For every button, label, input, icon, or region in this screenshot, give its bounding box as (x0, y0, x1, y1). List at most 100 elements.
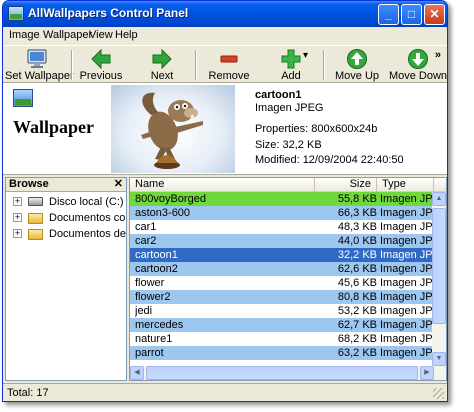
tree-item-disco-local[interactable]: + Disco local (C:) (6, 194, 126, 210)
toolbar-overflow-button[interactable]: » (435, 49, 441, 61)
scroll-right-button[interactable]: ▶ (420, 366, 434, 380)
row-type: Imagen JPEG (380, 277, 434, 289)
menu-image[interactable]: Image (9, 29, 40, 41)
row-type: Imagen JPEG (380, 193, 434, 205)
row-name: nature1 (135, 333, 173, 345)
vertical-scrollbar[interactable]: ▲ ▼ (432, 192, 446, 366)
vertical-scroll-thumb[interactable] (432, 208, 446, 324)
plus-icon (281, 49, 301, 69)
move-up-label: Move Up (334, 70, 380, 82)
preview-properties: Properties: 800x600x24b (255, 123, 378, 135)
arrow-up-icon (347, 49, 367, 69)
toolbar-separator (195, 50, 197, 80)
list-row[interactable]: jedi 53,2 KB Imagen JPEG (130, 304, 434, 318)
row-size: 32,2 KB (337, 249, 377, 261)
row-name: car1 (135, 221, 157, 233)
horizontal-scroll-thumb[interactable] (146, 366, 418, 380)
row-name: cartoon1 (135, 249, 178, 261)
list-row[interactable]: flower 45,6 KB Imagen JPEG (130, 276, 434, 290)
preview-size: Size: 32,2 KB (255, 139, 322, 151)
row-type: Imagen JPEG (380, 249, 434, 261)
preview-type: Imagen JPEG (255, 102, 324, 114)
tree-expander[interactable]: + (13, 197, 22, 206)
minimize-button[interactable]: _ (378, 4, 399, 25)
tree-item-label: Documentos compartidos (49, 212, 126, 224)
tree-item-label: Documentos de vmware (49, 228, 126, 240)
row-size: 80,8 KB (337, 291, 377, 303)
row-size: 45,6 KB (337, 277, 377, 289)
move-up-button[interactable]: Move Up (331, 46, 383, 84)
row-size: 44,0 KB (337, 235, 377, 247)
set-wallpaper-label: Set Wallpaper (5, 70, 74, 82)
row-size: 53,2 KB (337, 305, 377, 317)
wallpaper-list: Name Size Type 800voyBorged 55,8 KB Imag… (129, 177, 447, 381)
preview-heading: Wallpaper (13, 117, 95, 137)
row-type: Imagen JPEG (380, 291, 434, 303)
row-name: flower (135, 277, 165, 289)
row-size: 62,6 KB (337, 263, 377, 275)
add-dropdown-arrow[interactable]: ▾ (303, 50, 308, 61)
column-name-header[interactable]: Name (130, 178, 315, 192)
preview-name: cartoon1 (255, 89, 302, 101)
app-icon (8, 6, 24, 21)
tree-expander[interactable]: + (13, 213, 22, 222)
minus-icon (220, 55, 238, 63)
set-wallpaper-button[interactable]: Set Wallpaper (5, 46, 74, 84)
status-bar: Total: 17 (3, 383, 447, 401)
toolbar: Set Wallpaper Previous Next Remove ▾ Add… (3, 45, 447, 83)
folder-icon (28, 229, 43, 240)
add-label: Add (281, 70, 301, 82)
tree-expander[interactable]: + (13, 229, 22, 238)
column-type-header[interactable]: Type (377, 178, 434, 192)
remove-label: Remove (208, 70, 250, 82)
scroll-down-button[interactable]: ▼ (432, 352, 446, 366)
row-size: 66,3 KB (337, 207, 377, 219)
horizontal-scrollbar[interactable]: ◀ ▶ (130, 366, 446, 380)
browse-close-button[interactable]: ✕ (114, 178, 123, 191)
menu-view[interactable]: View (89, 29, 113, 41)
arrow-down-icon (408, 49, 428, 69)
add-button[interactable]: ▾ Add (265, 46, 317, 84)
row-size: 68,2 KB (337, 333, 377, 345)
arrow-left-icon (91, 48, 111, 70)
tree-item-documentos-compartidos[interactable]: + Documentos compartidos (6, 210, 126, 226)
status-total: Total: 17 (7, 387, 49, 399)
list-row[interactable]: car2 44,0 KB Imagen JPEG (130, 234, 434, 248)
move-down-label: Move Down (388, 70, 448, 82)
list-row[interactable]: flower2 80,8 KB Imagen JPEG (130, 290, 434, 304)
close-button[interactable]: ✕ (424, 4, 445, 25)
row-size: 63,2 KB (337, 347, 377, 359)
resize-grip[interactable] (433, 388, 444, 399)
list-row[interactable]: 800voyBorged 55,8 KB Imagen JPEG (130, 192, 434, 206)
menu-wallpaper[interactable]: Wallpaper (43, 29, 92, 41)
row-size: 55,8 KB (337, 193, 377, 205)
next-label: Next (150, 70, 174, 82)
remove-button[interactable]: Remove (203, 46, 255, 84)
list-row[interactable]: aston3-600 66,3 KB Imagen JPEG (130, 206, 434, 220)
row-name: 800voyBorged (135, 193, 206, 205)
list-row-selected[interactable]: cartoon1 32,2 KB Imagen JPEG (130, 248, 434, 262)
wallpaper-thumbnail (111, 85, 235, 173)
scroll-up-button[interactable]: ▲ (432, 192, 446, 206)
list-row[interactable]: mercedes 62,7 KB Imagen JPEG (130, 318, 434, 332)
next-button[interactable]: Next (137, 46, 187, 84)
list-row[interactable]: nature1 68,2 KB Imagen JPEG (130, 332, 434, 346)
row-name: flower2 (135, 291, 171, 303)
menu-help[interactable]: Help (115, 29, 138, 41)
previous-button[interactable]: Previous (75, 46, 127, 84)
row-name: aston3-600 (135, 207, 191, 219)
row-name: cartoon2 (135, 263, 178, 275)
scroll-left-button[interactable]: ◀ (130, 366, 144, 380)
list-header: Name Size Type (130, 178, 446, 192)
column-size-header[interactable]: Size (315, 178, 377, 192)
list-row[interactable]: car1 48,3 KB Imagen JPEG (130, 220, 434, 234)
title-bar[interactable]: AllWallpapers Control Panel _ □ ✕ (3, 1, 447, 27)
list-row[interactable]: parrot 63,2 KB Imagen JPEG (130, 346, 434, 360)
row-type: Imagen JPEG (380, 305, 434, 317)
row-type: Imagen JPEG (380, 207, 434, 219)
maximize-button[interactable]: □ (401, 4, 422, 25)
tree-item-documentos-vmware[interactable]: + Documentos de vmware (6, 226, 126, 242)
wallpaper-icon (13, 89, 33, 107)
browse-header: Browse ✕ (6, 178, 126, 192)
list-row[interactable]: cartoon2 62,6 KB Imagen JPEG (130, 262, 434, 276)
